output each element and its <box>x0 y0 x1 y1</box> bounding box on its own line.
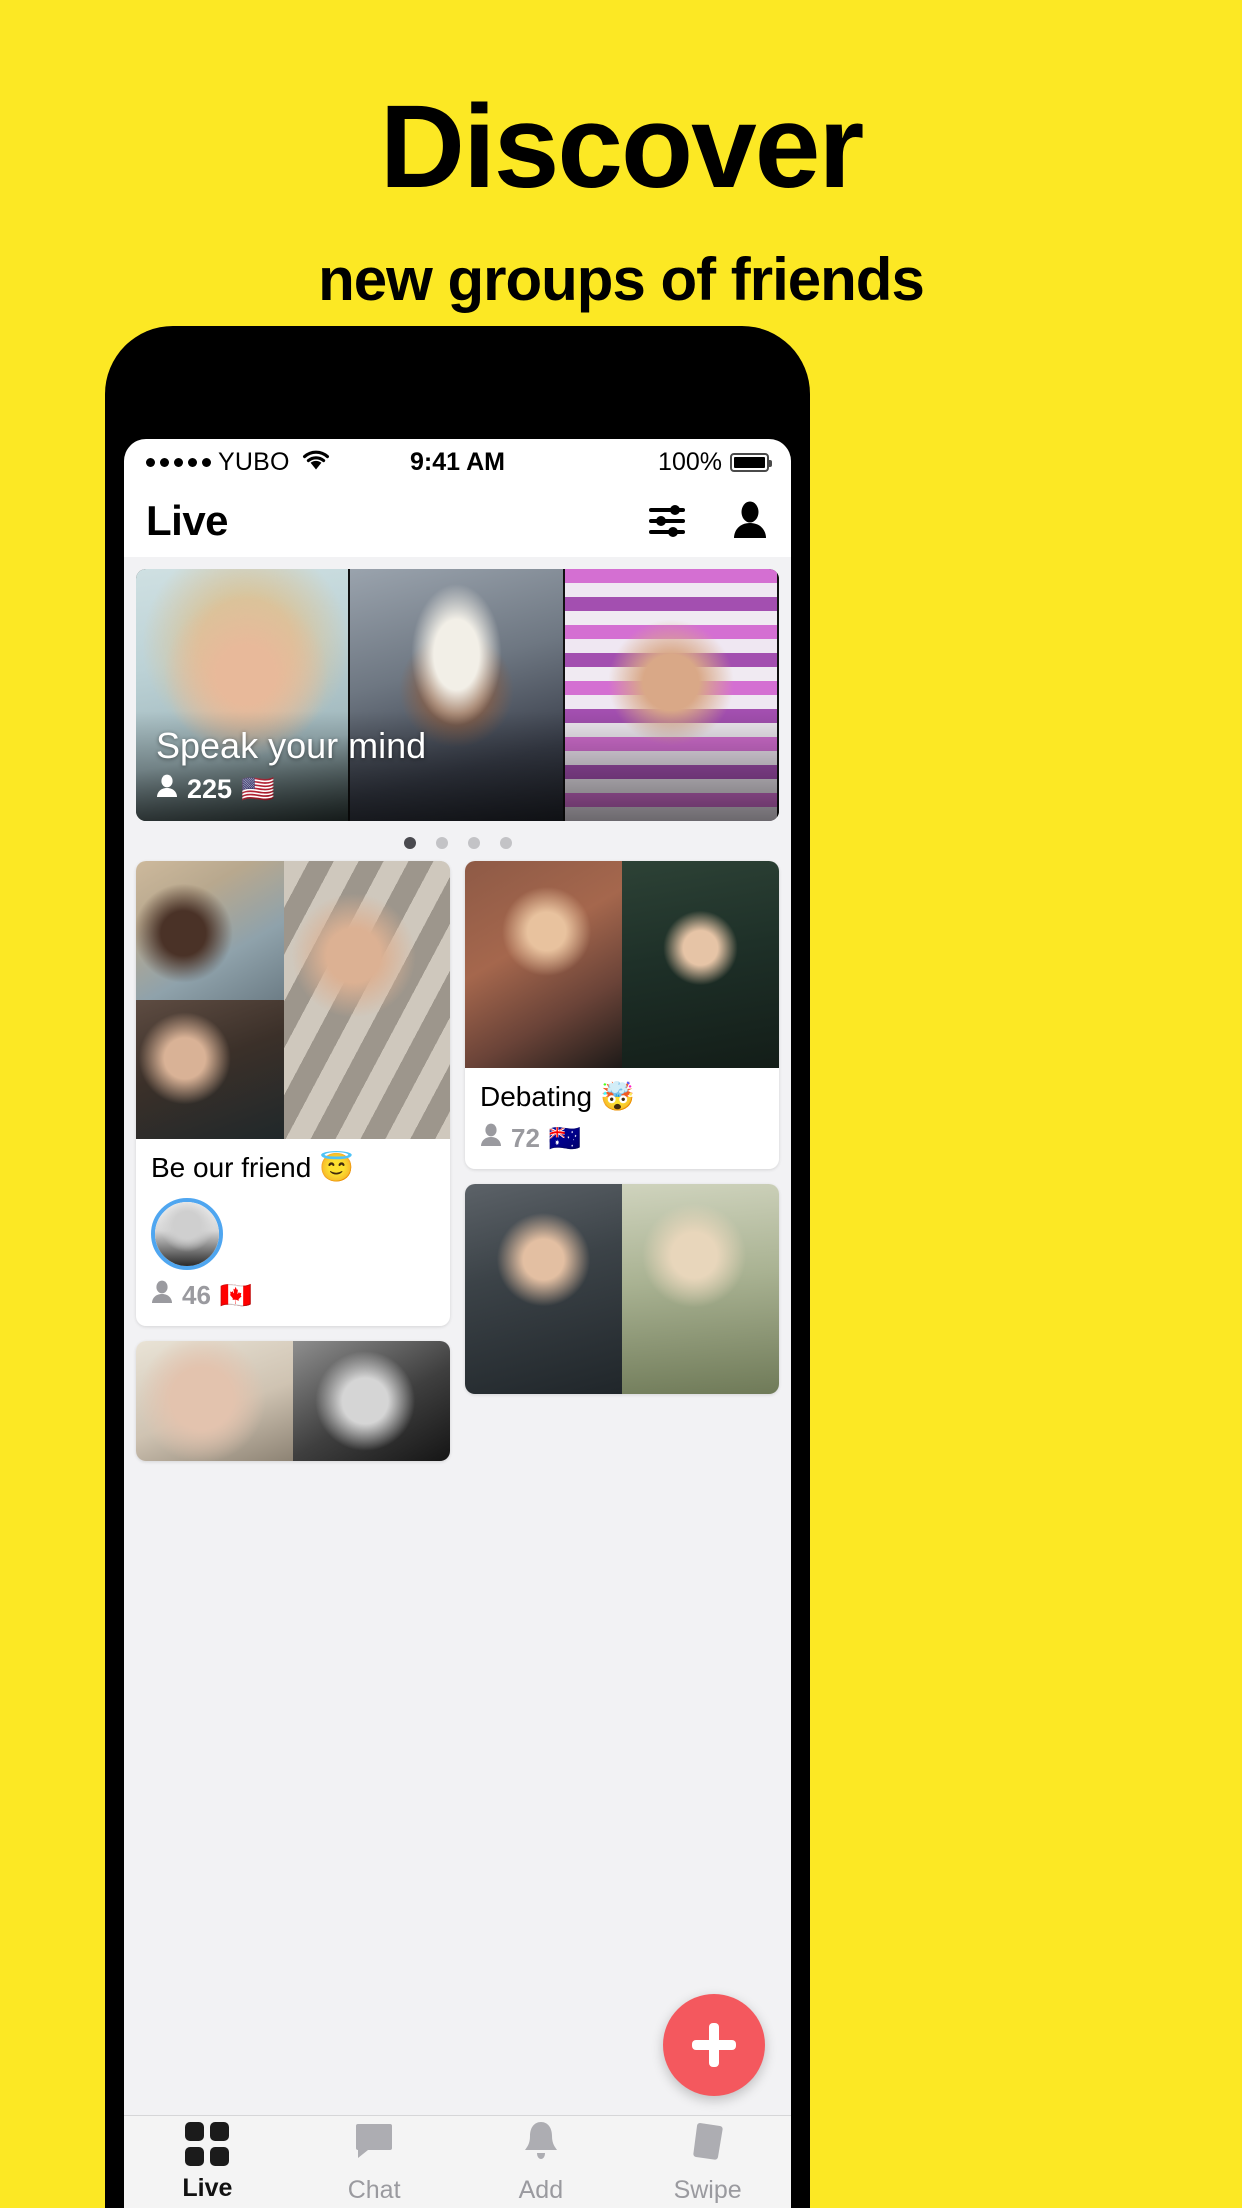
card-viewer-count: 72 <box>511 1123 540 1154</box>
card-title-row: Be our friend 😇 <box>151 1152 435 1184</box>
split-cell-1 <box>465 1184 622 1395</box>
page-dot-1[interactable] <box>403 837 416 849</box>
person-filled-icon <box>151 1280 173 1311</box>
phone-screen: YUBO 9:41 AM 100% Live Speak your mind 2… <box>124 439 791 2208</box>
hero-caption: Speak your mind 225 🇺🇸 <box>156 726 426 805</box>
collage-cell-1 <box>136 1341 293 1462</box>
plus-icon <box>692 2023 736 2067</box>
card-photo-split <box>465 1184 779 1395</box>
battery-percent-label: 100% <box>658 447 722 476</box>
promo-header: Discover new groups of friends <box>0 0 1242 310</box>
collage-cell-2 <box>293 1341 450 1462</box>
split-cell-2 <box>622 1184 779 1395</box>
live-card-partial-left[interactable] <box>136 1341 450 1462</box>
app-navbar: Live <box>124 485 791 557</box>
page-dot-2[interactable] <box>435 837 448 849</box>
collage-right-column <box>283 861 450 1139</box>
card-swipe-icon <box>686 2119 730 2168</box>
card-emoji: 😇 <box>319 1152 355 1183</box>
tab-swipe-label: Swipe <box>673 2176 742 2204</box>
card-emoji: 🤯 <box>600 1081 635 1112</box>
hero-viewer-count: 225 <box>187 773 233 804</box>
card-body: Debating 🤯 72 🇦🇺 <box>465 1068 779 1169</box>
card-photo-collage <box>136 1341 450 1462</box>
hero-country-flag: 🇺🇸 <box>241 774 275 804</box>
phone-mockup: YUBO 9:41 AM 100% Live Speak your mind 2… <box>105 326 810 2208</box>
live-card-debating[interactable]: Debating 🤯 72 🇦🇺 <box>465 861 779 1170</box>
person-filled-icon <box>156 774 178 805</box>
tab-chat[interactable]: Chat <box>291 2119 458 2205</box>
promo-subtitle: new groups of friends <box>318 246 925 313</box>
bottom-tab-bar: Live Chat Add Swipe <box>124 2115 791 2208</box>
tab-swipe[interactable]: Swipe <box>624 2119 791 2205</box>
live-card-partial-right[interactable] <box>465 1184 779 1395</box>
card-photo-split <box>465 861 779 1068</box>
card-country-flag: 🇦🇺 <box>548 1123 582 1154</box>
status-bar-right: 100% <box>658 447 772 477</box>
collage-cell-3 <box>283 861 450 1139</box>
tab-add-label: Add <box>518 2176 564 2204</box>
card-viewer-count: 46 <box>182 1280 211 1311</box>
card-body: Be our friend 😇 46 🇨🇦 <box>136 1139 450 1326</box>
card-title: Be our friend <box>151 1152 312 1183</box>
grid-squares-icon <box>185 2121 230 2166</box>
person-filled-icon <box>480 1123 502 1154</box>
card-title: Debating <box>480 1081 593 1112</box>
page-title: Live <box>146 497 229 544</box>
card-meta: 46 🇨🇦 <box>151 1280 435 1311</box>
avatar[interactable] <box>151 1198 223 1271</box>
tab-add[interactable]: Add <box>458 2119 625 2205</box>
status-bar: YUBO 9:41 AM 100% <box>124 439 791 485</box>
promo-title: Discover <box>379 81 865 213</box>
split-cell-2 <box>622 861 779 1068</box>
hero-live-card[interactable]: Speak your mind 225 🇺🇸 <box>136 569 779 821</box>
tab-chat-label: Chat <box>347 2176 401 2204</box>
hero-meta: 225 🇺🇸 <box>156 773 426 805</box>
hero-participant-3 <box>564 569 779 821</box>
collage-cell-2 <box>136 1000 284 1139</box>
collage-cell-1 <box>136 861 284 1000</box>
create-live-fab[interactable] <box>663 1994 765 2096</box>
card-meta: 72 🇦🇺 <box>480 1123 764 1154</box>
live-card-be-our-friend[interactable]: Be our friend 😇 46 🇨🇦 <box>136 861 450 1327</box>
grid-column-left: Be our friend 😇 46 🇨🇦 <box>136 861 450 1462</box>
collage-left-column <box>136 861 284 1139</box>
bell-icon <box>519 2119 563 2168</box>
navbar-actions <box>647 501 769 541</box>
split-cell-1 <box>465 861 622 1068</box>
sliders-icon[interactable] <box>647 502 687 540</box>
person-icon[interactable] <box>731 501 769 541</box>
live-card-grid: Be our friend 😇 46 🇨🇦 Debating 🤯 72 🇦🇺 <box>124 861 791 1462</box>
card-photo-collage <box>136 861 450 1139</box>
tab-live[interactable]: Live <box>124 2121 291 2203</box>
grid-column-right: Debating 🤯 72 🇦🇺 <box>465 861 779 1395</box>
tab-live-label: Live <box>182 2173 233 2202</box>
battery-full-icon <box>730 452 772 472</box>
chat-bubble-icon <box>352 2119 396 2168</box>
card-title-row: Debating 🤯 <box>480 1081 764 1113</box>
carousel-page-dots[interactable] <box>124 821 791 861</box>
live-feed[interactable]: Speak your mind 225 🇺🇸 Be our friend 😇 4… <box>124 557 791 2208</box>
page-dot-3[interactable] <box>467 837 480 849</box>
page-dot-4[interactable] <box>499 837 512 849</box>
card-country-flag: 🇨🇦 <box>219 1280 253 1311</box>
hero-title: Speak your mind <box>156 725 427 767</box>
